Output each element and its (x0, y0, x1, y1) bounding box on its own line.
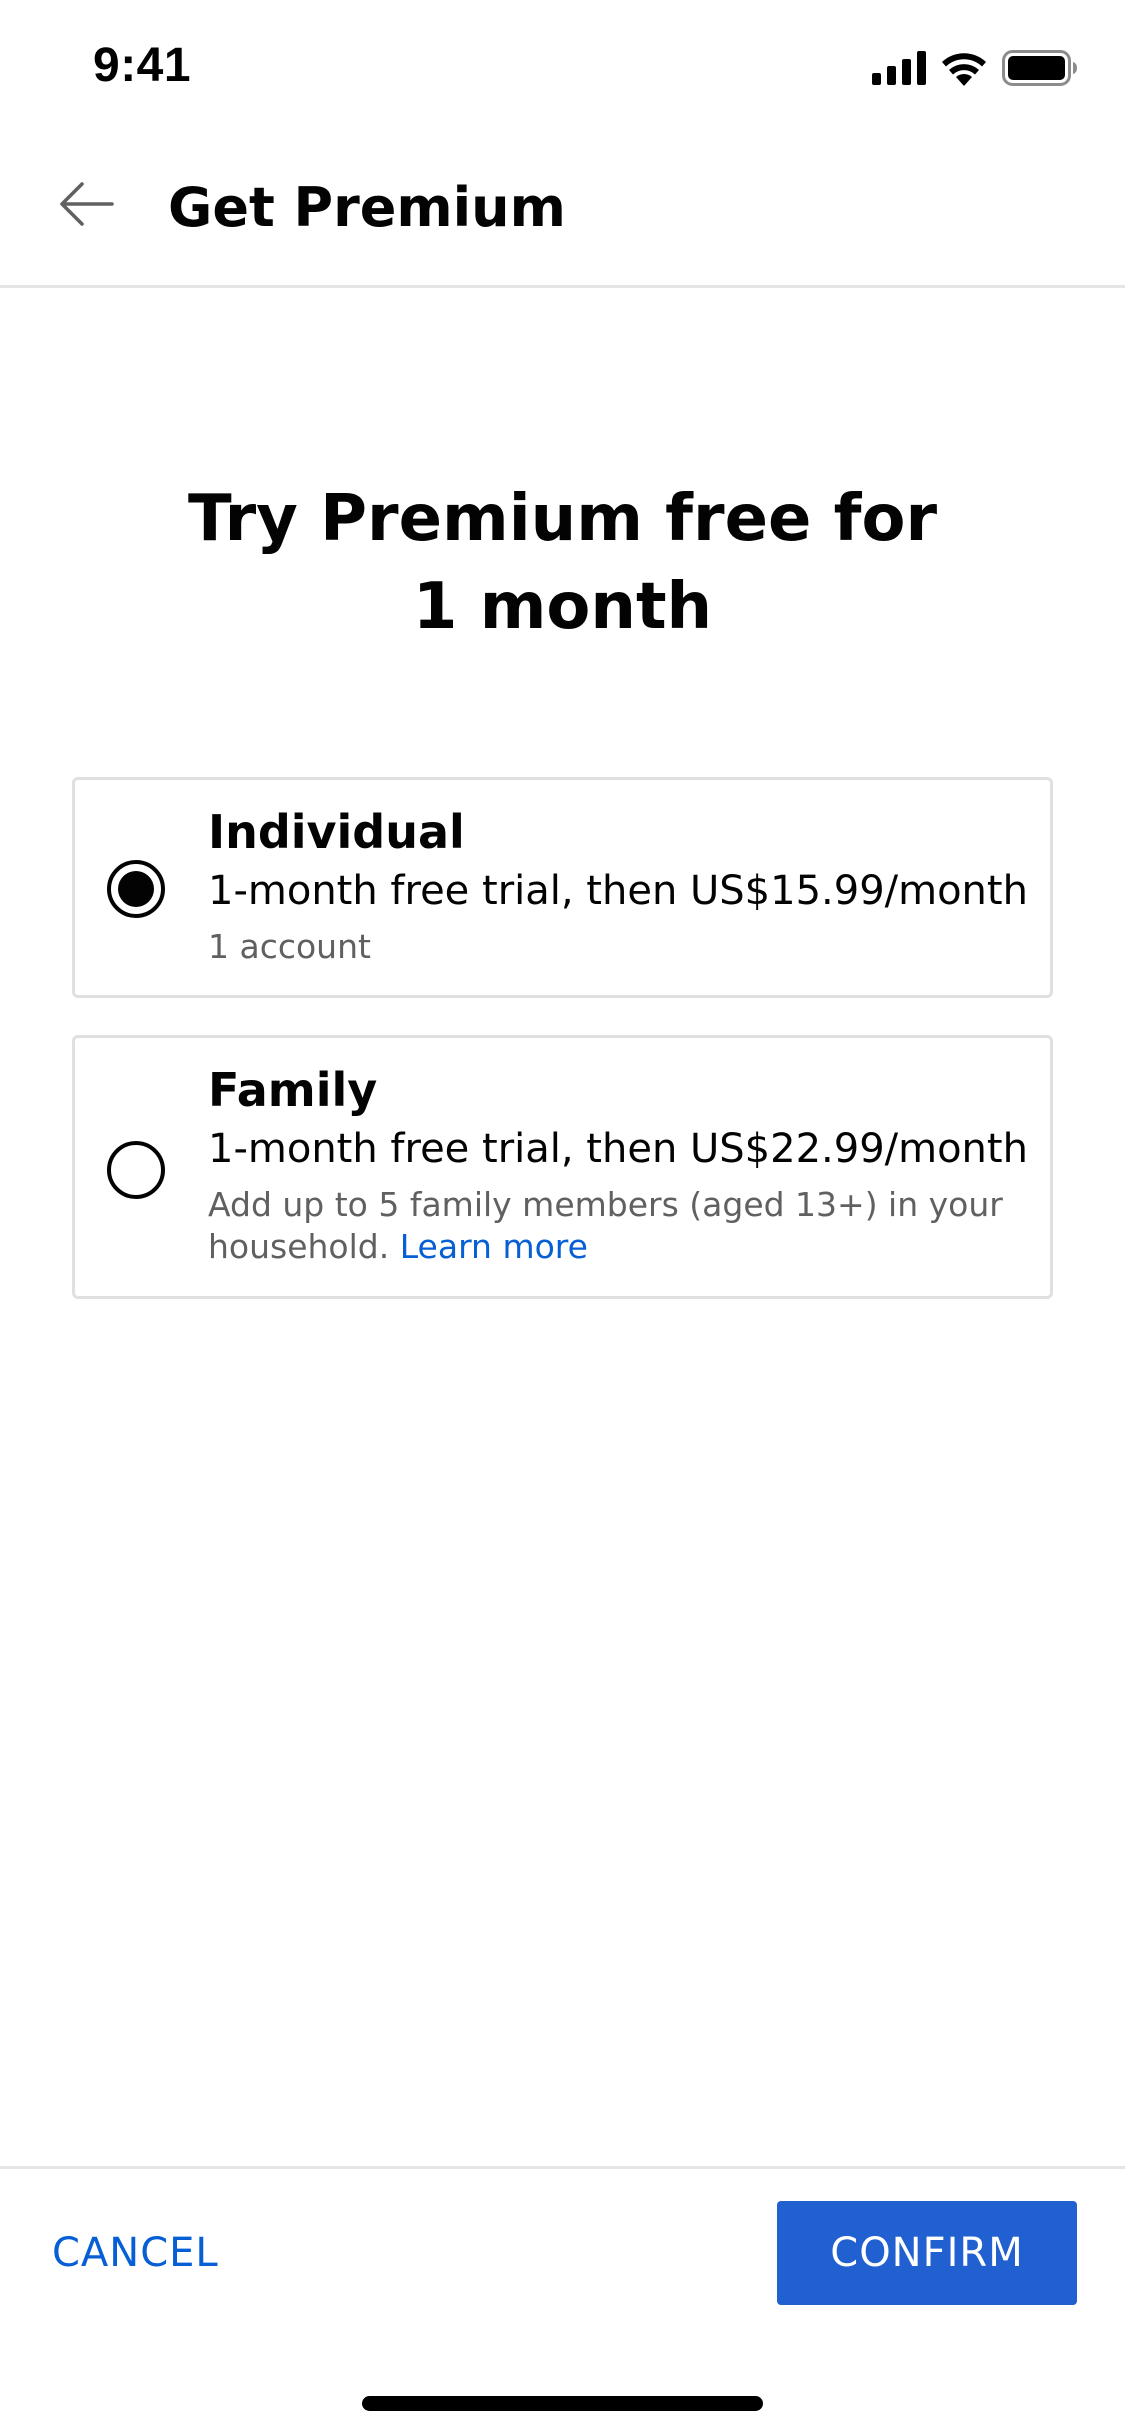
plan-detail-text: Add up to 5 family members (aged 13+) in… (208, 1185, 1003, 1266)
radio-unselected[interactable] (107, 1141, 165, 1199)
status-bar: 9:41 (0, 0, 1125, 140)
plan-text: Individual 1-month free trial, then US$1… (208, 802, 1030, 968)
learn-more-link[interactable]: Learn more (400, 1227, 588, 1266)
radio-selected[interactable] (107, 860, 165, 918)
plan-option-family[interactable]: Family 1-month free trial, then US$22.99… (72, 1035, 1053, 1299)
hero-title-line-2: 1 month (412, 570, 713, 644)
status-icons (872, 50, 1078, 90)
plan-name: Family (208, 1063, 378, 1117)
back-button[interactable] (50, 170, 122, 242)
battery-icon (1002, 50, 1078, 90)
hero-title-line-1: Try Premium free for (187, 482, 938, 556)
plan-detail: Add up to 5 family members (aged 13+) in… (208, 1184, 1030, 1268)
home-indicator (362, 2396, 763, 2411)
wifi-icon (940, 50, 988, 90)
cancel-button[interactable]: CANCEL (36, 2201, 235, 2305)
plan-price: 1-month free trial, then US$15.99/month (208, 868, 1028, 914)
arrow-left-icon (58, 180, 114, 232)
confirm-button[interactable]: CONFIRM (777, 2201, 1077, 2305)
radio-dot (118, 871, 154, 907)
plan-option-individual[interactable]: Individual 1-month free trial, then US$1… (72, 777, 1053, 998)
plan-name: Individual (208, 805, 465, 859)
plan-detail: 1 account (208, 927, 371, 966)
cellular-signal-icon (872, 51, 926, 89)
status-time: 9:41 (93, 39, 192, 92)
hero-title: Try Premium free for 1 month (0, 475, 1125, 651)
app-header: Get Premium (0, 140, 1125, 288)
plan-text: Family 1-month free trial, then US$22.99… (208, 1060, 1030, 1268)
page-title: Get Premium (168, 176, 566, 239)
plan-price: 1-month free trial, then US$22.99/month (208, 1126, 1028, 1172)
